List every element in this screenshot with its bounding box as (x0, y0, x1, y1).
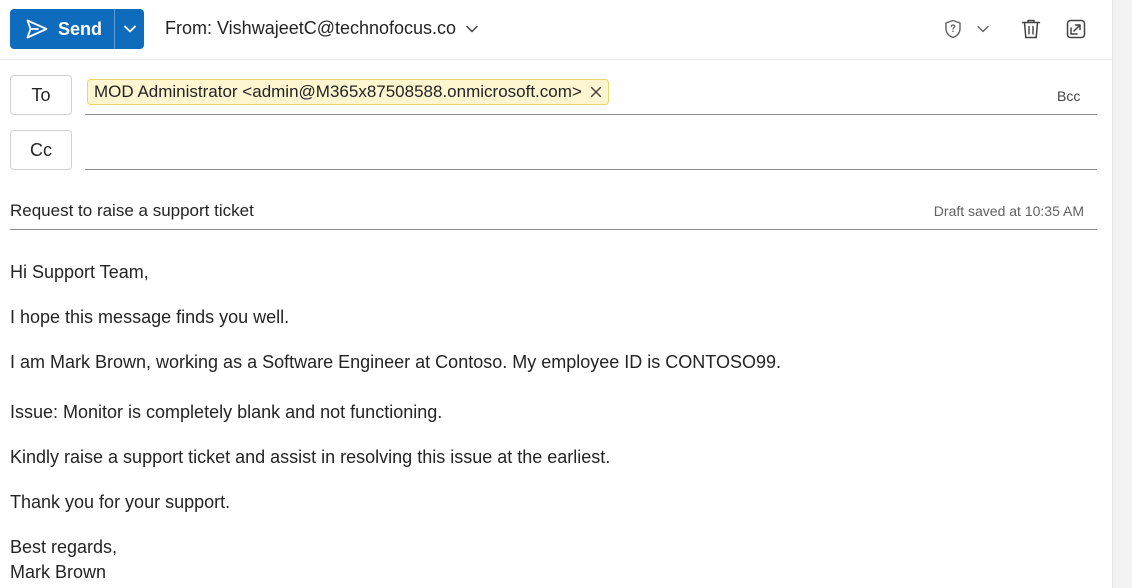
compose-pane: Send From: VishwajeetC@technofocus.co To… (0, 0, 1112, 588)
to-button[interactable]: To (10, 75, 72, 115)
send-icon (26, 19, 58, 39)
cc-button[interactable]: Cc (10, 130, 72, 170)
body-line: Kindly raise a support ticket and assist… (10, 447, 611, 467)
body-signoff: Best regards, (10, 537, 118, 557)
to-field-underline (85, 114, 1097, 115)
bcc-button[interactable]: Bcc (1057, 88, 1080, 104)
sensitivity-shield-icon[interactable] (944, 19, 962, 39)
body-line: I hope this message finds you well. (10, 307, 290, 327)
recipient-chip-label: MOD Administrator <admin@M365x87508588.o… (94, 82, 582, 101)
chevron-down-icon (456, 25, 478, 33)
send-button[interactable]: Send (10, 9, 114, 49)
cc-field-underline (85, 169, 1097, 170)
subject-input[interactable]: Request to raise a support ticket (10, 201, 254, 221)
remove-recipient-icon[interactable] (590, 86, 602, 98)
to-label: To (31, 84, 51, 105)
body-greeting: Hi Support Team, (10, 262, 149, 282)
from-selector[interactable]: From: VishwajeetC@technofocus.co (165, 18, 478, 39)
body-signature: Mark Brown (10, 562, 107, 582)
pop-out-icon[interactable] (1066, 19, 1086, 39)
recipient-chip[interactable]: MOD Administrator <admin@M365x87508588.o… (87, 79, 609, 105)
chevron-down-icon[interactable] (977, 25, 989, 33)
cc-label: Cc (30, 139, 52, 160)
chevron-down-icon (123, 25, 136, 33)
cc-input[interactable] (88, 132, 1093, 166)
right-gutter (1112, 0, 1132, 588)
delete-icon[interactable] (1021, 18, 1041, 40)
body-line: Issue: Monitor is completely blank and n… (10, 402, 443, 422)
body-line: I am Mark Brown, working as a Software E… (10, 352, 781, 372)
from-prefix: From: (165, 18, 212, 38)
compose-toolbar: Send From: VishwajeetC@technofocus.co (0, 0, 1112, 60)
from-address: VishwajeetC@technofocus.co (217, 18, 457, 38)
send-label: Send (58, 18, 103, 39)
body-line: Thank you for your support. (10, 492, 231, 512)
draft-saved-status: Draft saved at 10:35 AM (933, 203, 1084, 219)
send-options-dropdown[interactable] (114, 9, 144, 49)
send-button-group: Send (10, 9, 144, 49)
subject-underline (10, 229, 1097, 230)
